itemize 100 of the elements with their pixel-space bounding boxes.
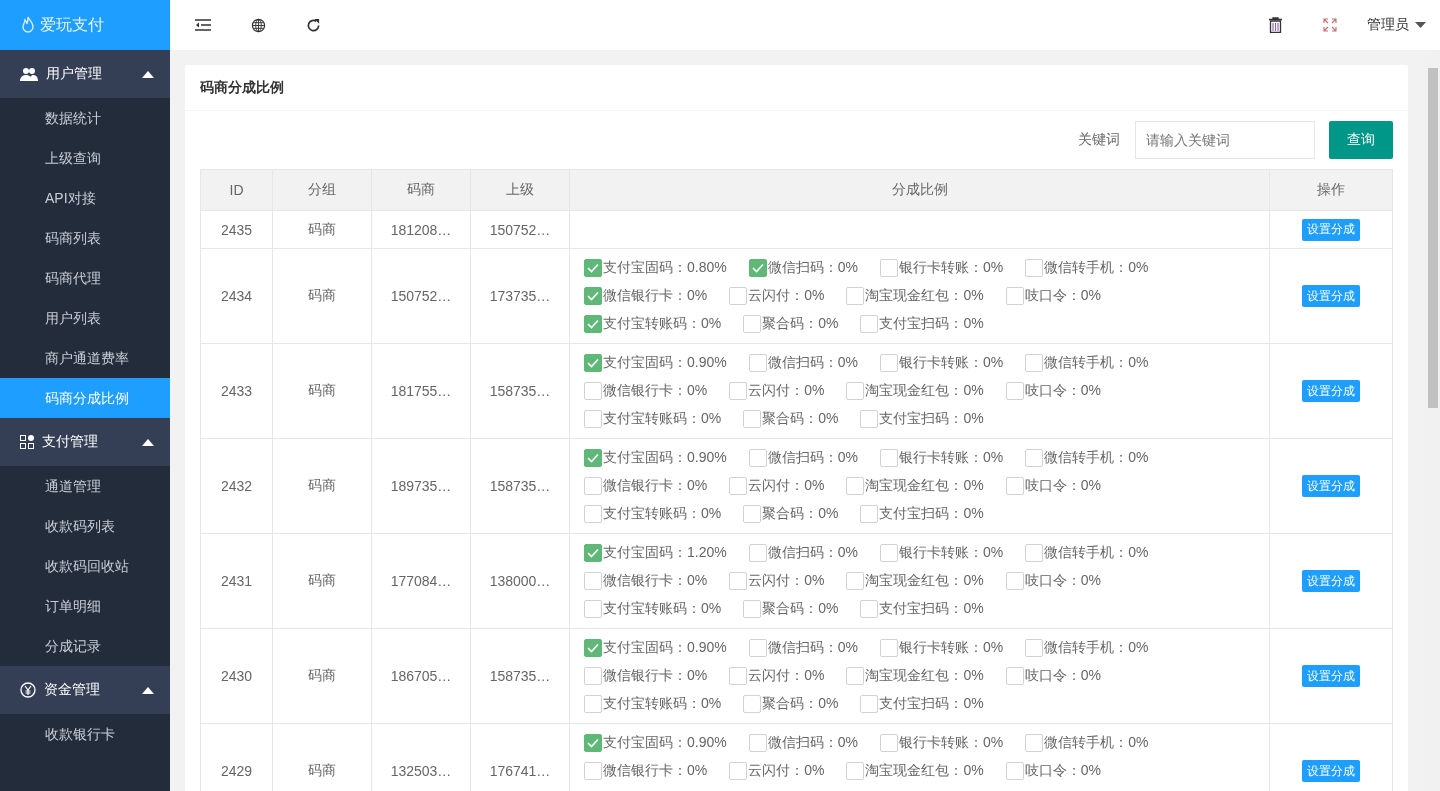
checkbox[interactable] <box>584 259 602 277</box>
sidebar-item[interactable]: 收款码回收站 <box>0 546 170 586</box>
checkbox[interactable] <box>1025 734 1044 752</box>
checkbox[interactable] <box>729 667 748 685</box>
search-label: 关键词 <box>1078 131 1120 149</box>
option-label: 云闪付：0% <box>748 287 825 305</box>
fullscreen-icon[interactable] <box>1323 18 1337 32</box>
checkbox[interactable] <box>1005 572 1024 590</box>
checkbox[interactable] <box>1005 667 1024 685</box>
checkbox[interactable] <box>860 315 879 333</box>
checkbox[interactable] <box>1025 259 1044 277</box>
option-label: 聚合码：0% <box>762 505 839 523</box>
checkbox[interactable] <box>584 449 602 467</box>
option-label: 微信转手机：0% <box>1044 639 1149 657</box>
checkbox[interactable] <box>743 505 762 523</box>
checkbox[interactable] <box>1005 762 1024 780</box>
sidebar-item[interactable]: 收款银行卡 <box>0 714 170 754</box>
sidebar-item[interactable]: 码商列表 <box>0 218 170 258</box>
checkbox[interactable] <box>584 572 602 590</box>
checkbox[interactable] <box>748 544 767 562</box>
checkbox[interactable] <box>743 695 762 713</box>
checkbox[interactable] <box>879 354 898 372</box>
menu-group[interactable]: 资金管理 <box>0 666 170 714</box>
checkbox[interactable] <box>846 762 865 780</box>
checkbox[interactable] <box>1025 449 1044 467</box>
checkbox[interactable] <box>748 259 767 277</box>
user-menu[interactable]: 管理员 <box>1367 16 1426 34</box>
checkbox[interactable] <box>729 382 748 400</box>
checkbox[interactable] <box>846 382 865 400</box>
checkbox[interactable] <box>748 639 767 657</box>
checkbox[interactable] <box>748 449 767 467</box>
checkbox[interactable] <box>729 477 748 495</box>
checkbox[interactable] <box>860 695 879 713</box>
sidebar-item[interactable]: 商户通道费率 <box>0 338 170 378</box>
checkbox[interactable] <box>729 762 748 780</box>
checkbox[interactable] <box>584 600 602 618</box>
checkbox[interactable] <box>748 354 767 372</box>
option-label: 吱口令：0% <box>1024 382 1101 400</box>
checkbox[interactable] <box>584 695 602 713</box>
checkbox[interactable] <box>584 505 602 523</box>
sidebar-item[interactable]: 通道管理 <box>0 466 170 506</box>
checkmark-icon <box>587 291 599 301</box>
checkbox[interactable] <box>584 287 602 305</box>
checkbox[interactable] <box>584 354 602 372</box>
option-label: 微信银行卡：0% <box>603 667 708 685</box>
checkbox[interactable] <box>584 639 602 657</box>
checkbox[interactable] <box>1025 639 1044 657</box>
checkbox[interactable] <box>879 259 898 277</box>
option-label: 支付宝扫码：0% <box>879 410 984 428</box>
checkbox[interactable] <box>584 667 602 685</box>
checkbox[interactable] <box>748 734 767 752</box>
sidebar-item[interactable]: 订单明细 <box>0 586 170 626</box>
sidebar-item[interactable]: API对接 <box>0 178 170 218</box>
checkbox[interactable] <box>879 639 898 657</box>
sidebar-item[interactable]: 码商代理 <box>0 258 170 298</box>
checkbox[interactable] <box>846 667 865 685</box>
checkbox[interactable] <box>743 315 762 333</box>
checkbox[interactable] <box>846 477 865 495</box>
option-label: 银行卡转账：0% <box>898 259 1004 277</box>
checkbox[interactable] <box>729 287 748 305</box>
checkbox[interactable] <box>584 477 602 495</box>
sidebar-item[interactable]: 上级查询 <box>0 138 170 178</box>
checkbox[interactable] <box>729 572 748 590</box>
checkbox[interactable] <box>860 410 879 428</box>
checkbox[interactable] <box>584 544 602 562</box>
checkbox[interactable] <box>743 600 762 618</box>
checkbox[interactable] <box>584 315 602 333</box>
checkbox[interactable] <box>846 572 865 590</box>
search-field[interactable]: 请输入关键词 <box>1135 121 1315 159</box>
search-button[interactable]: 查询 <box>1329 121 1393 159</box>
option-label: 支付宝固码：0.90% <box>603 639 727 657</box>
checkbox[interactable] <box>743 410 762 428</box>
sidebar-item[interactable]: 数据统计 <box>0 98 170 138</box>
option-label: 支付宝固码：0.80% <box>603 259 727 277</box>
checkbox[interactable] <box>879 449 898 467</box>
trash-icon[interactable] <box>1268 17 1283 33</box>
menu-group[interactable]: 支付管理 <box>0 418 170 466</box>
checkbox[interactable] <box>1025 544 1044 562</box>
globe-icon[interactable] <box>251 17 266 33</box>
yen-icon <box>20 682 36 698</box>
sidebar-item[interactable]: 用户列表 <box>0 298 170 338</box>
menu-fold-icon[interactable] <box>195 19 211 31</box>
checkbox[interactable] <box>584 410 602 428</box>
menu-group[interactable]: 用户管理 <box>0 50 170 98</box>
refresh-icon[interactable] <box>306 17 321 33</box>
checkbox[interactable] <box>1005 382 1024 400</box>
checkbox[interactable] <box>879 734 898 752</box>
checkbox[interactable] <box>1005 287 1024 305</box>
sidebar-item[interactable]: 收款码列表 <box>0 506 170 546</box>
option-label: 支付宝转账码：0% <box>603 695 722 713</box>
checkbox[interactable] <box>584 734 602 752</box>
checkbox[interactable] <box>860 505 879 523</box>
sidebar-item[interactable]: 分成记录 <box>0 626 170 666</box>
checkbox[interactable] <box>584 382 602 400</box>
checkbox[interactable] <box>1025 354 1044 372</box>
checkbox[interactable] <box>584 762 602 780</box>
checkbox[interactable] <box>1005 477 1024 495</box>
checkbox[interactable] <box>879 544 898 562</box>
checkbox[interactable] <box>860 600 879 618</box>
checkbox[interactable] <box>846 287 865 305</box>
